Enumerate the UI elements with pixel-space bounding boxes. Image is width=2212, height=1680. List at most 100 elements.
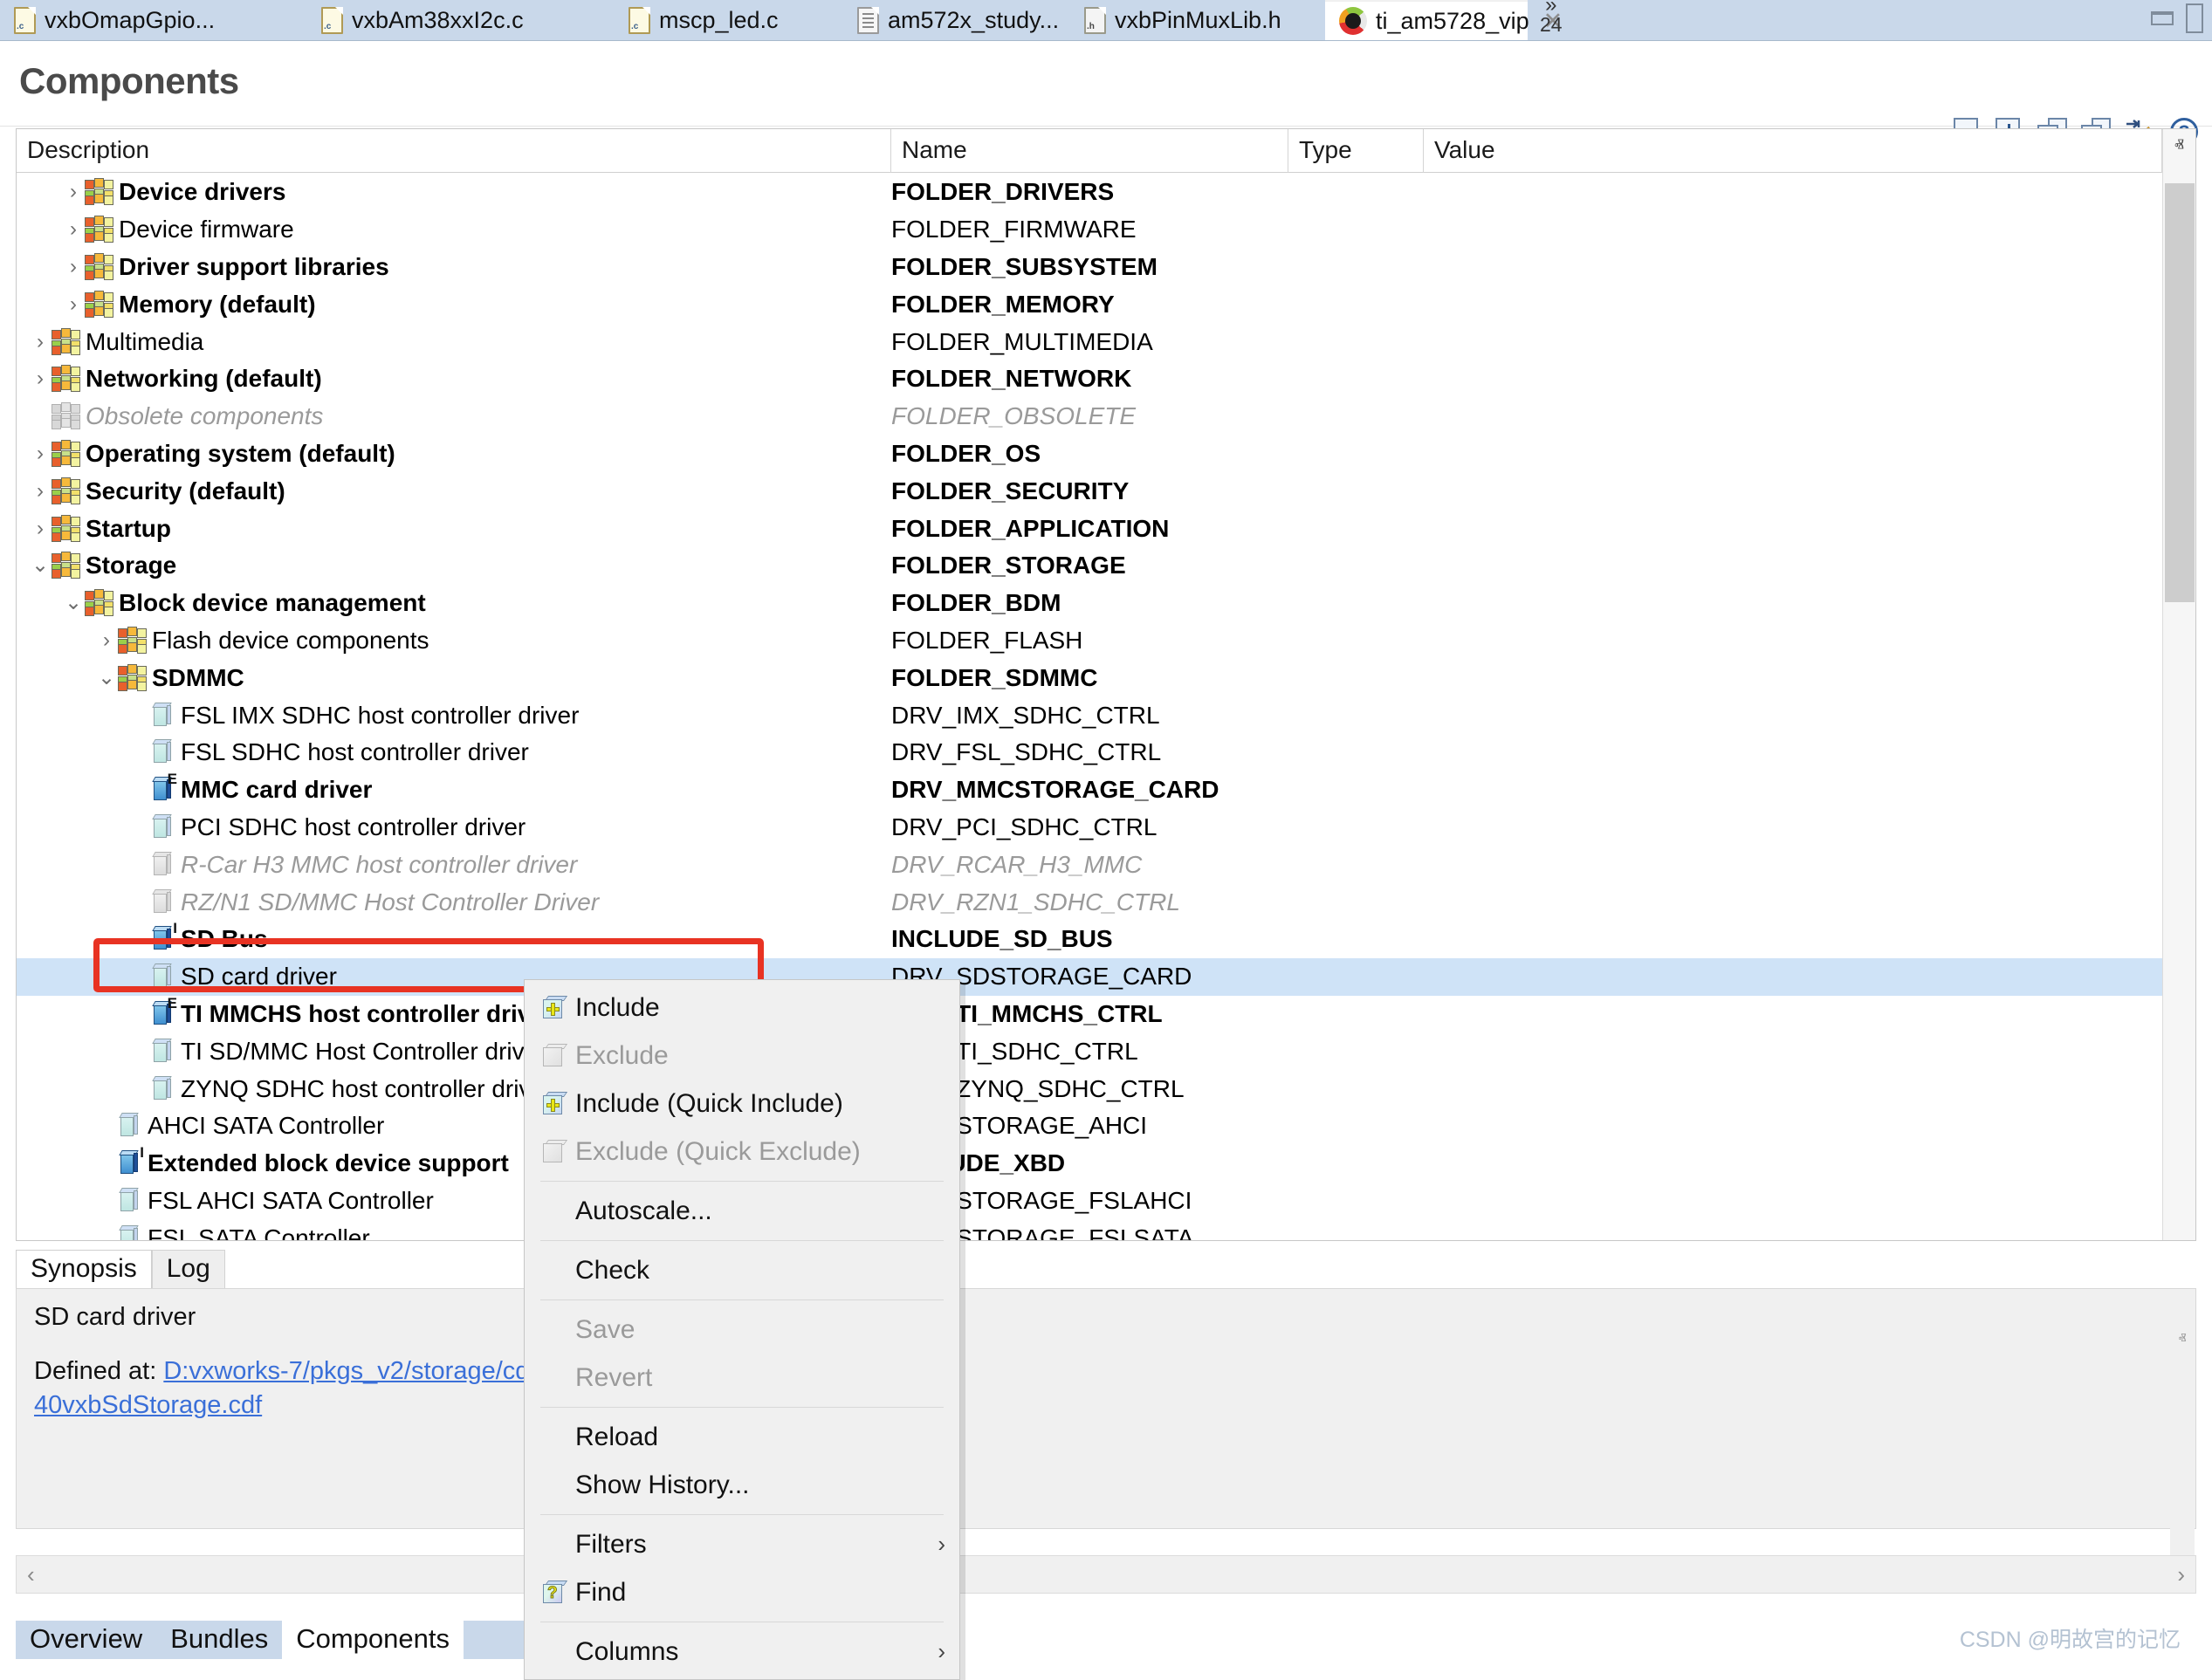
tree-twisty[interactable]: › bbox=[62, 182, 85, 202]
menu-item-columns[interactable]: Columns› bbox=[525, 1628, 959, 1676]
page-tab-components[interactable]: Components bbox=[282, 1621, 464, 1659]
tree-twisty[interactable] bbox=[128, 705, 151, 726]
tree-twisty[interactable]: › bbox=[62, 257, 85, 278]
table-row[interactable]: ›Flash device componentsFOLDER_FLASH bbox=[17, 622, 2162, 660]
defined-at-link-part1[interactable]: D:vxworks-7/pkgs_v2/storage/cdf/ bbox=[163, 1357, 543, 1385]
hscroll-left-icon[interactable]: ‹ bbox=[27, 1561, 35, 1588]
table-row[interactable]: ›StartupFOLDER_APPLICATION bbox=[17, 510, 2162, 547]
table-row[interactable]: ⌄StorageFOLDER_STORAGE bbox=[17, 547, 2162, 585]
tab-overflow-button[interactable]: »24 bbox=[1528, 0, 1566, 40]
tree-context-menu[interactable]: IncludeExcludeInclude (Quick Include)Exc… bbox=[524, 979, 960, 1680]
menu-item-include[interactable]: Include bbox=[525, 984, 959, 1032]
tree-twisty[interactable] bbox=[95, 1228, 118, 1241]
table-row[interactable]: ›Device driversFOLDER_DRIVERS bbox=[17, 174, 2162, 211]
tree-twisty[interactable] bbox=[128, 966, 151, 987]
menu-item-find[interactable]: ?Find bbox=[525, 1568, 959, 1616]
table-row[interactable]: ⌄SDMMCFOLDER_SDMMC bbox=[17, 659, 2162, 696]
editor-tab-5[interactable]: .hvxbPinMuxLib.h bbox=[1070, 0, 1325, 40]
tree-twisty[interactable] bbox=[128, 742, 151, 763]
restore-icon[interactable] bbox=[2186, 3, 2203, 33]
scroll-down-icon[interactable]: ⱟ bbox=[2163, 1207, 2195, 1240]
menu-item-show-history[interactable]: Show History... bbox=[525, 1461, 959, 1509]
column-header-name[interactable]: Name bbox=[891, 129, 1288, 173]
table-row[interactable]: ISD BusINCLUDE_SD_BUS bbox=[17, 921, 2162, 958]
minimize-icon[interactable] bbox=[2151, 11, 2174, 25]
table-row[interactable]: ›Memory (default)FOLDER_MEMORY bbox=[17, 285, 2162, 323]
table-row[interactable]: ›Networking (default)FOLDER_NETWORK bbox=[17, 360, 2162, 398]
table-row[interactable]: ZYNQ SDHC host controller driverDRV_ZYNQ… bbox=[17, 1070, 2162, 1107]
tree-twisty[interactable]: › bbox=[62, 219, 85, 240]
editor-tab-4[interactable]: am572x_study... bbox=[843, 0, 1070, 40]
column-header-description[interactable]: Description bbox=[17, 129, 891, 173]
tree-twisty[interactable]: › bbox=[29, 443, 52, 464]
page-tab-overview[interactable]: Overview bbox=[16, 1621, 156, 1659]
editor-tab-6[interactable]: ti_am5728_vip✕ bbox=[1325, 0, 1528, 40]
synopsis-tab-strip[interactable]: SynopsisLog bbox=[16, 1248, 2196, 1288]
menu-item-check[interactable]: Check bbox=[525, 1246, 959, 1294]
table-row[interactable]: ›Security (default)FOLDER_SECURITY bbox=[17, 472, 2162, 510]
table-row[interactable]: ›Operating system (default)FOLDER_OS bbox=[17, 435, 2162, 473]
tree-vertical-scrollbar[interactable]: ⱏ ⱟ bbox=[2162, 129, 2195, 1240]
tree-twisty[interactable] bbox=[95, 1190, 118, 1211]
tree-twisty[interactable] bbox=[95, 1153, 118, 1174]
editor-tab-3[interactable]: .cmscp_led.c bbox=[615, 0, 843, 40]
synopsis-horizontal-scrollbar[interactable]: ‹ › bbox=[16, 1555, 2196, 1594]
tree-twisty[interactable] bbox=[128, 817, 151, 838]
table-row[interactable]: PCI SDHC host controller driverDRV_PCI_S… bbox=[17, 809, 2162, 847]
synopsis-tab-log[interactable]: Log bbox=[152, 1250, 225, 1288]
menu-item-include-quick-include[interactable]: Include (Quick Include) bbox=[525, 1080, 959, 1128]
synopsis-vertical-scrollbar[interactable]: ⱏ ⱟ bbox=[2170, 1330, 2195, 1569]
tree-twisty[interactable]: › bbox=[29, 368, 52, 389]
table-row[interactable]: ⌄Block device managementFOLDER_BDM bbox=[17, 585, 2162, 622]
menu-item-autoscale[interactable]: Autoscale... bbox=[525, 1187, 959, 1235]
table-row[interactable]: ETI MMCHS host controller driverDRV_TI_M… bbox=[17, 996, 2162, 1033]
tree-twisty[interactable] bbox=[128, 1079, 151, 1100]
page-tab-bundles[interactable]: Bundles bbox=[156, 1621, 282, 1659]
tree-twisty[interactable] bbox=[128, 1004, 151, 1025]
column-header-type[interactable]: Type bbox=[1288, 129, 1424, 173]
tree-rows[interactable]: ›Device driversFOLDER_DRIVERS›Device fir… bbox=[17, 174, 2162, 1240]
scroll-up-icon[interactable]: ⱏ bbox=[2163, 129, 2195, 162]
column-header-value[interactable]: Value bbox=[1424, 129, 2162, 173]
tree-twisty[interactable]: › bbox=[95, 630, 118, 651]
components-tree[interactable]: DescriptionNameTypeValue ›Device drivers… bbox=[16, 128, 2196, 1241]
tree-twisty[interactable]: ⌄ bbox=[95, 668, 118, 689]
synopsis-scroll-up-icon[interactable]: ⱏ bbox=[2170, 1330, 2195, 1348]
editor-tab-2[interactable]: .cvxbAm38xxI2c.c bbox=[307, 0, 615, 40]
menu-item-filters[interactable]: Filters› bbox=[525, 1520, 959, 1568]
editor-tab-1[interactable]: .cvxbOmapGpio... bbox=[0, 0, 307, 40]
tree-twisty[interactable] bbox=[128, 779, 151, 800]
table-row[interactable]: IExtended block device supportINCLUDE_XB… bbox=[17, 1145, 2162, 1183]
tree-twisty[interactable] bbox=[29, 406, 52, 427]
synopsis-tab-synopsis[interactable]: Synopsis bbox=[16, 1250, 152, 1288]
table-row[interactable]: RZ/N1 SD/MMC Host Controller DriverDRV_R… bbox=[17, 883, 2162, 921]
tree-twisty[interactable]: › bbox=[29, 332, 52, 353]
tree-twisty[interactable] bbox=[128, 854, 151, 875]
editor-page-tabs[interactable]: OverviewBundlesComponents bbox=[16, 1621, 594, 1659]
table-row[interactable]: R-Car H3 MMC host controller driverDRV_R… bbox=[17, 846, 2162, 883]
tree-twisty[interactable]: ⌄ bbox=[62, 593, 85, 614]
tree-twisty[interactable]: › bbox=[29, 481, 52, 502]
tree-twisty[interactable] bbox=[128, 1041, 151, 1062]
table-row[interactable]: ›MultimediaFOLDER_MULTIMEDIA bbox=[17, 323, 2162, 360]
tree-twisty[interactable]: › bbox=[29, 518, 52, 539]
table-row[interactable]: ›Driver support librariesFOLDER_SUBSYSTE… bbox=[17, 249, 2162, 286]
table-row[interactable]: FSL SDHC host controller driverDRV_FSL_S… bbox=[17, 734, 2162, 771]
table-row[interactable]: SD card driverDRV_SDSTORAGE_CARD bbox=[17, 958, 2162, 996]
table-row[interactable]: TI SD/MMC Host Controller driverDRV_TI_S… bbox=[17, 1032, 2162, 1070]
defined-at-link-part2[interactable]: 40vxbSdStorage.cdf bbox=[34, 1391, 262, 1419]
scroll-thumb[interactable] bbox=[2165, 183, 2195, 602]
table-row[interactable]: EMMC card driverDRV_MMCSTORAGE_CARD bbox=[17, 771, 2162, 809]
hscroll-right-icon[interactable]: › bbox=[2177, 1561, 2185, 1588]
table-row[interactable]: FSL IMX SDHC host controller driverDRV_I… bbox=[17, 696, 2162, 734]
table-row[interactable]: FSL AHCI SATA ControllerDRV_STORAGE_FSLA… bbox=[17, 1183, 2162, 1220]
tree-twisty[interactable] bbox=[128, 892, 151, 913]
menu-item-reload[interactable]: Reload bbox=[525, 1413, 959, 1461]
table-row[interactable]: ›Device firmwareFOLDER_FIRMWARE bbox=[17, 211, 2162, 249]
table-row[interactable]: Obsolete componentsFOLDER_OBSOLETE bbox=[17, 398, 2162, 435]
table-row[interactable]: FSL SATA ControllerDRV_STORAGE_FSLSATA bbox=[17, 1219, 2162, 1241]
tree-twisty[interactable] bbox=[128, 929, 151, 950]
tree-twisty[interactable]: › bbox=[62, 294, 85, 315]
tree-twisty[interactable]: ⌄ bbox=[29, 555, 52, 576]
tree-twisty[interactable] bbox=[95, 1115, 118, 1136]
